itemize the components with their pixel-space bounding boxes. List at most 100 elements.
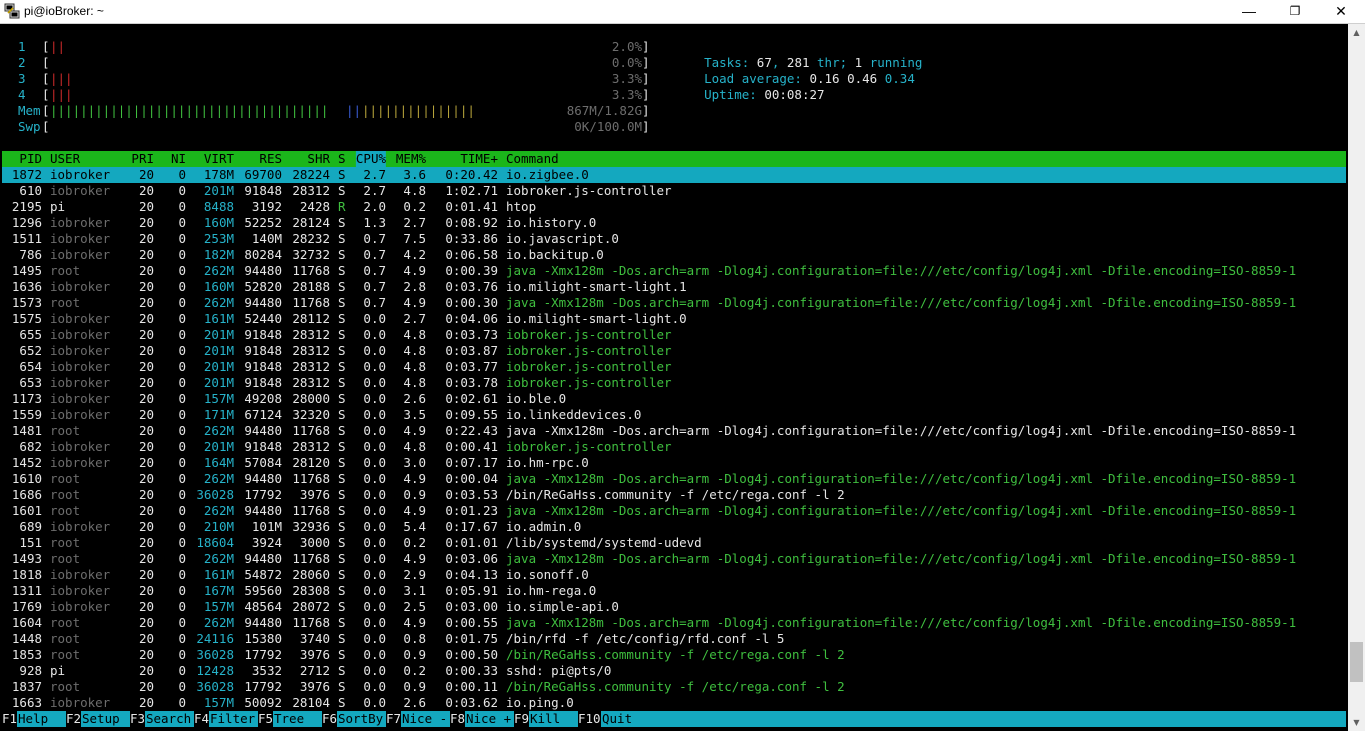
process-mem: 2.6 <box>403 695 426 710</box>
fkey-f2[interactable]: F2 <box>66 711 82 727</box>
process-cpu: 0.0 <box>363 631 386 646</box>
fkey-f9[interactable]: F9 <box>514 711 530 727</box>
fkey-f7-label[interactable]: Nice - <box>402 711 447 727</box>
fkey-f4-label[interactable]: Filter <box>210 711 255 727</box>
process-mem: 2.7 <box>403 311 426 326</box>
scroll-up-icon[interactable]: ▲ <box>1348 24 1365 41</box>
process-row[interactable]: 1559 iobroker 20 0 171M 67124 32320 S 0.0 3.5 0:09… <box>2 407 1346 423</box>
process-row-selected[interactable]: 1872 iobroker 20 0 178M 69700 28224 S 2.7 3.6 0:20… <box>2 167 1346 183</box>
process-priority: 20 <box>138 615 154 630</box>
process-row[interactable]: 1493 root 20 0 262M 94480 11768 S 0.0 4.9 0:03.06 j… <box>2 551 1346 567</box>
fkey-f9-label[interactable]: Kill <box>530 711 575 727</box>
process-row[interactable]: 151 root 20 0 18604 3924 3000 S 0.0 0.2 0:01.01/li… <box>2 535 1346 551</box>
process-row[interactable]: 1663 iobroker 20 0 157M 50092 28104 S 0.0 2.6 0:03… <box>2 695 1346 711</box>
process-row[interactable]: 652 iobroker 20 0 201M 91848 28312 S 0.0 4.8 0:03.… <box>2 343 1346 359</box>
process-row[interactable]: 654 iobroker 20 0 201M 91848 28312 S 0.0 4.8 0:03.… <box>2 359 1346 375</box>
column-header-cpu-sorted[interactable]: CPU% <box>355 151 386 167</box>
process-user: root <box>50 295 81 310</box>
process-row[interactable]: 1769 iobroker 20 0 157M 48564 28072 S 0.0 2.5 0:03… <box>2 599 1346 615</box>
process-row[interactable]: 1575 iobroker 20 0 161M 52440 28112 S 0.0 2.7 0:04… <box>2 311 1346 327</box>
column-header-shr[interactable]: SHR <box>307 151 330 167</box>
process-row[interactable]: 1636 iobroker 20 0 160M 52820 28188 S 0.7 2.8 0:03… <box>2 279 1346 295</box>
minimize-button[interactable]: — <box>1226 0 1272 23</box>
process-cpu: 0.7 <box>363 279 386 294</box>
process-row[interactable]: 1511 iobroker 20 0 253M 140M 28232 S 0.7 7.5 0:33.… <box>2 231 1346 247</box>
fkey-f3[interactable]: F3 <box>130 711 146 727</box>
process-row[interactable]: 655 iobroker 20 0 201M 91848 28312 S 0.0 4.8 0:03.… <box>2 327 1346 343</box>
process-state: S <box>338 679 346 694</box>
column-header-state[interactable]: S <box>338 151 346 167</box>
fkey-f3-label[interactable]: Search <box>146 711 191 727</box>
process-pid: 1448 <box>11 631 42 646</box>
column-header-res[interactable]: RES <box>259 151 282 167</box>
terminal-screen[interactable]: 1[|| 2.0%] 2[0.0%] 3[||| 3.3%] 4[||| 3.3%] Mem[… <box>2 24 1346 731</box>
fkey-f1-label[interactable]: Help <box>18 711 63 727</box>
fkey-f5-label[interactable]: Tree <box>274 711 319 727</box>
vertical-scrollbar[interactable]: ▲ ▼ <box>1348 24 1365 731</box>
process-user: iobroker <box>50 695 111 710</box>
process-row[interactable]: 1686 root 20 0 36028 17792 3976 S 0.0 0.9 0:03.53 /… <box>2 487 1346 503</box>
process-res: 94480 <box>244 503 282 518</box>
fkey-f4[interactable]: F4 <box>194 711 210 727</box>
process-row[interactable]: 786 iobroker 20 0 182M 80284 32732 S 0.7 4.2 0:06.… <box>2 247 1346 263</box>
process-row[interactable]: 1604 root 20 0 262M 94480 11768 S 0.0 4.9 0:00.55 j… <box>2 615 1346 631</box>
fkey-f2-label[interactable]: Setup <box>82 711 127 727</box>
process-row[interactable]: 610 iobroker 20 0 201M 91848 28312 S 2.7 4.8 1:02.… <box>2 183 1346 199</box>
maximize-button[interactable]: ❐ <box>1272 0 1318 23</box>
scrollbar-thumb[interactable] <box>1350 642 1363 683</box>
process-row[interactable]: 1311 iobroker 20 0 167M 59560 28308 S 0.0 3.1 0:05… <box>2 583 1346 599</box>
column-header-command[interactable]: Command <box>506 151 559 167</box>
fkey-f5[interactable]: F5 <box>258 711 274 727</box>
process-priority: 20 <box>138 695 154 710</box>
column-header-user[interactable]: USER <box>50 151 80 167</box>
process-row[interactable]: 1448 root 20 0 24116 15380 3740 S 0.0 0.8 0:01.75 /… <box>2 631 1346 647</box>
column-header-mem[interactable]: MEM% <box>396 151 426 167</box>
column-header-ni[interactable]: NI <box>171 151 186 167</box>
fkey-f7[interactable]: F7 <box>386 711 402 727</box>
column-header-pid[interactable]: PID <box>19 151 42 167</box>
fkey-f10[interactable]: F10 <box>578 711 601 727</box>
process-row[interactable]: 689 iobroker 20 0 210M 101M 32936 S 0.0 5.4 0:17.6… <box>2 519 1346 535</box>
column-header-time[interactable]: TIME+ <box>460 151 498 167</box>
column-header-virt[interactable]: VIRT <box>204 151 234 167</box>
fkey-f10-label[interactable]: Quit <box>602 711 647 727</box>
process-command: io.linkeddevices.0 <box>506 407 642 422</box>
process-nice: 0 <box>178 599 186 614</box>
process-state: S <box>338 487 346 502</box>
fkey-f6-label[interactable]: SortBy <box>338 711 383 727</box>
process-shr: 28072 <box>292 599 330 614</box>
function-key-bar[interactable]: F1 Help F2 Setup F3 Search F4 Filter F5 Tree F6… <box>2 711 1346 727</box>
process-row[interactable]: 1610 root 20 0 262M 94480 11768 S 0.0 4.9 0:00.04 j… <box>2 471 1346 487</box>
meter-open-bracket: [ <box>42 71 50 86</box>
process-row[interactable]: 1853 root 20 0 36028 17792 3976 S 0.0 0.9 0:00.50 /… <box>2 647 1346 663</box>
process-row[interactable]: 1495 root 20 0 262M 94480 11768 S 0.7 4.9 0:00.39 j… <box>2 263 1346 279</box>
process-row[interactable]: 2195 pi 20 0 8488 3192 2428 R 2.0 0.2 0:01.41 htop <box>2 199 1346 215</box>
fkey-f6[interactable]: F6 <box>322 711 338 727</box>
column-header-pri[interactable]: PRI <box>131 151 154 167</box>
process-row[interactable]: 653 iobroker 20 0 201M 91848 28312 S 0.0 4.8 0:03.… <box>2 375 1346 391</box>
process-table-header[interactable]: PID USER PRI NI VIRT RES SHR S CPU% MEM% TIME+ Comm… <box>2 151 1346 167</box>
process-row[interactable]: 1296 iobroker 20 0 160M 52252 28124 S 1.3 2.7 0:08… <box>2 215 1346 231</box>
process-row[interactable]: 1481 root 20 0 262M 94480 11768 S 0.0 4.9 0:22.43 j… <box>2 423 1346 439</box>
fkey-f8-label[interactable]: Nice + <box>466 711 511 727</box>
process-row[interactable]: 1818 iobroker 20 0 161M 54872 28060 S 0.0 2.9 0:04… <box>2 567 1346 583</box>
close-button[interactable]: ✕ <box>1318 0 1364 23</box>
process-row[interactable]: 1573 root 20 0 262M 94480 11768 S 0.7 4.9 0:00.30 j… <box>2 295 1346 311</box>
process-shr: 28312 <box>292 327 330 342</box>
fkey-f1[interactable]: F1 <box>2 711 18 727</box>
memory-used-bars: ||||||||||||||||||||||||||||||||||||| <box>50 103 329 118</box>
scroll-down-icon[interactable]: ▼ <box>1348 714 1365 731</box>
process-row[interactable]: 682 iobroker 20 0 201M 91848 28312 S 0.0 4.8 0:00.… <box>2 439 1346 455</box>
process-row[interactable]: 1837 root 20 0 36028 17792 3976 S 0.0 0.9 0:00.11 /… <box>2 679 1346 695</box>
process-row[interactable]: 1173 iobroker 20 0 157M 49208 28000 S 0.0 2.6 0:02… <box>2 391 1346 407</box>
process-state: S <box>338 167 346 182</box>
process-row[interactable]: 1452 iobroker 20 0 164M 57084 28120 S 0.0 3.0 0:07… <box>2 455 1346 471</box>
process-row[interactable]: 1601 root 20 0 262M 94480 11768 S 0.0 4.9 0:01.23 j… <box>2 503 1346 519</box>
process-row[interactable]: 928 pi 20 0 12428 3532 2712 S 0.0 0.2 0:00.33 sshd:… <box>2 663 1346 679</box>
window-title-bar[interactable]: pi@ioBroker: ~ — ❐ ✕ <box>0 0 1365 24</box>
process-virt: 262M <box>203 503 234 518</box>
process-state: S <box>338 519 346 534</box>
fkey-f8[interactable]: F8 <box>450 711 466 727</box>
process-nice: 0 <box>178 519 186 534</box>
process-mem: 0.9 <box>403 487 426 502</box>
